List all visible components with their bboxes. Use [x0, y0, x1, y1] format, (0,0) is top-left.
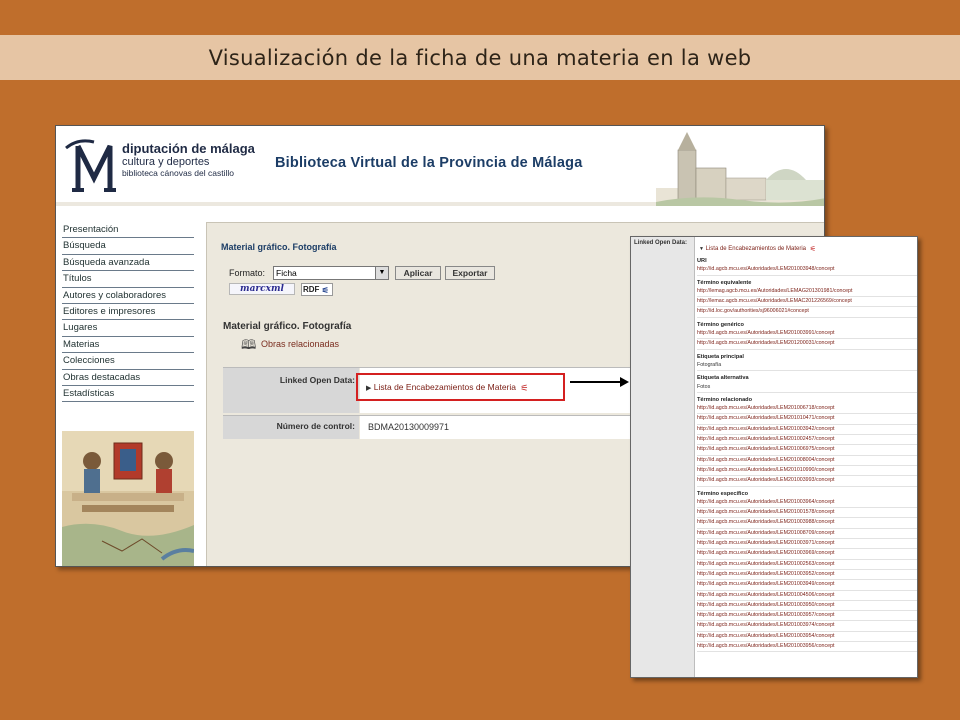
- related-link[interactable]: http://id.agcb.mcu.es/Autoridades/LEM201…: [697, 435, 917, 446]
- specific-link[interactable]: http://id.agcb.mcu.es/Autoridades/LEM201…: [697, 580, 917, 591]
- equiv-heading: Término equivalente: [697, 279, 752, 286]
- sidebar-nav: Presentación Búsqueda Búsqueda avanzada …: [62, 222, 194, 403]
- equiv-link[interactable]: http://lemac.agcb.mcu.es/Autoridades/LEM…: [697, 297, 917, 308]
- site-header: diputación de málaga cultura y deportes …: [56, 126, 824, 206]
- format-label: Formato:: [229, 268, 266, 278]
- popup-body: ▼ Lista de Encabezamientos de Materia ⚟ …: [697, 237, 917, 653]
- specific-link[interactable]: http://id.agcb.mcu.es/Autoridades/LEM201…: [697, 529, 917, 540]
- specific-link[interactable]: http://id.agcb.mcu.es/Autoridades/LEM201…: [697, 591, 917, 601]
- book-icon: 🕮: [241, 337, 257, 352]
- logo-line-3: biblioteca cánovas del castillo: [122, 168, 234, 178]
- callout-arrow-line: [570, 381, 625, 383]
- related-link[interactable]: http://id.agcb.mcu.es/Autoridades/LEM201…: [697, 404, 917, 415]
- lod-link[interactable]: ▶ Lista de Encabezamientos de Materia ⚟: [366, 382, 528, 394]
- slide-title: Visualización de la ficha de una materia…: [208, 45, 752, 70]
- specific-link[interactable]: http://id.agcb.mcu.es/Autoridades/LEM201…: [697, 508, 917, 519]
- format-select[interactable]: Ficha ▼: [273, 266, 389, 280]
- pref-label-value: Fotografía: [697, 361, 917, 372]
- related-link[interactable]: http://id.agcb.mcu.es/Autoridades/LEM201…: [697, 476, 917, 487]
- logo-line-1: diputación de málaga: [122, 141, 255, 156]
- historic-map-illustration: [62, 431, 194, 566]
- sidebar-item-busqueda[interactable]: Búsqueda: [62, 238, 194, 255]
- specific-link[interactable]: http://id.agcb.mcu.es/Autoridades/LEM201…: [697, 570, 917, 581]
- logo-line-2: cultura y deportes: [122, 156, 210, 168]
- specific-link[interactable]: http://id.agcb.mcu.es/Autoridades/LEM201…: [697, 549, 917, 560]
- uri-link[interactable]: http://id.agcb.mcu.es/Autoridades/LEM201…: [697, 265, 917, 276]
- lod-link-label: Lista de Encabezamientos de Materia: [373, 382, 516, 392]
- sidebar-item-busqueda-avanzada[interactable]: Búsqueda avanzada: [62, 255, 194, 272]
- specific-link[interactable]: http://id.agcb.mcu.es/Autoridades/LEM201…: [697, 642, 917, 653]
- sidebar-item-materias[interactable]: Materias: [62, 337, 194, 354]
- related-link[interactable]: http://id.agcb.mcu.es/Autoridades/LEM201…: [697, 425, 917, 436]
- sidebar-item-autores[interactable]: Autores y colaboradores: [62, 288, 194, 304]
- rdf-button[interactable]: RDF ⚟: [301, 283, 333, 296]
- related-link[interactable]: http://id.agcb.mcu.es/Autoridades/LEM201…: [697, 445, 917, 456]
- related-link[interactable]: http://id.agcb.mcu.es/Autoridades/LEM201…: [697, 466, 917, 477]
- specific-link[interactable]: http://id.agcb.mcu.es/Autoridades/LEM201…: [697, 621, 917, 632]
- specific-link[interactable]: http://id.agcb.mcu.es/Autoridades/LEM201…: [697, 611, 917, 622]
- alt-label-value: Fotos: [697, 383, 917, 393]
- generic-link[interactable]: http://id.agcb.mcu.es/Autoridades/LEM201…: [697, 329, 917, 340]
- popup-head-label: Lista de Encabezamientos de Materia: [705, 246, 807, 252]
- popup-lod-label: Linked Open Data:: [631, 237, 695, 677]
- generic-heading: Término genérico: [697, 321, 744, 328]
- slide-title-band: Visualización de la ficha de una materia…: [0, 35, 960, 80]
- related-works-label: Obras relacionadas: [261, 339, 340, 349]
- related-link[interactable]: http://id.agcb.mcu.es/Autoridades/LEM201…: [697, 414, 917, 425]
- marcxml-button[interactable]: MARCXML: [229, 283, 295, 295]
- lod-label: Linked Open Data:: [223, 368, 359, 413]
- specific-link[interactable]: http://id.agcb.mcu.es/Autoridades/LEM201…: [697, 601, 917, 612]
- cathedral-skyline-image: [656, 132, 824, 206]
- chevron-down-icon[interactable]: ▼: [375, 267, 388, 279]
- sidebar-item-editores[interactable]: Editores e impresores: [62, 304, 194, 321]
- control-label: Número de control:: [223, 416, 359, 439]
- sidebar-item-presentacion[interactable]: Presentación: [62, 222, 194, 239]
- sidebar-item-colecciones[interactable]: Colecciones: [62, 353, 194, 370]
- specific-heading: Término específico: [697, 490, 748, 497]
- related-works-link[interactable]: 🕮 Obras relacionadas: [241, 337, 340, 352]
- rdf-graph-icon: ⚟: [321, 286, 329, 295]
- specific-link[interactable]: http://id.agcb.mcu.es/Autoridades/LEM201…: [697, 518, 917, 529]
- specific-link[interactable]: http://id.agcb.mcu.es/Autoridades/LEM201…: [697, 498, 917, 509]
- specific-link[interactable]: http://id.agcb.mcu.es/Autoridades/LEM201…: [697, 632, 917, 642]
- sidebar-item-estadisticas[interactable]: Estadísticas: [62, 386, 194, 403]
- format-select-value: Ficha: [276, 268, 297, 278]
- triangle-right-icon: ▶: [366, 385, 372, 392]
- lod-expanded-panel: Linked Open Data: ▼ Lista de Encabezamie…: [630, 236, 918, 678]
- control-number: BDMA20130009971: [368, 422, 450, 432]
- record-title: Material gráfico. Fotografía: [223, 321, 352, 332]
- equiv-link[interactable]: http://id.loc.gov/authorities/sj96006021…: [697, 307, 917, 318]
- pref-label-heading: Etiqueta principal: [697, 353, 744, 360]
- related-heading: Término relacionado: [697, 396, 753, 403]
- sidebar-item-titulos[interactable]: Títulos: [62, 271, 194, 288]
- specific-link[interactable]: http://id.agcb.mcu.es/Autoridades/LEM201…: [697, 560, 917, 570]
- export-button[interactable]: Exportar: [445, 266, 495, 280]
- triangle-down-icon: ▼: [699, 246, 704, 252]
- apply-button[interactable]: Aplicar: [395, 266, 441, 280]
- share-icon: ⚟: [809, 246, 816, 253]
- sidebar-item-lugares[interactable]: Lugares: [62, 320, 194, 337]
- share-icon: ⚟: [520, 383, 529, 393]
- rdf-label: RDF: [303, 285, 320, 294]
- uri-heading: URI: [697, 258, 707, 264]
- alt-label-heading: Etiqueta alternativa: [697, 375, 749, 382]
- specific-link[interactable]: http://id.agcb.mcu.es/Autoridades/LEM201…: [697, 539, 917, 550]
- site-title: Biblioteca Virtual de la Provincia de Má…: [275, 155, 583, 171]
- popup-head-link[interactable]: ▼ Lista de Encabezamientos de Materia ⚟: [697, 237, 917, 257]
- equiv-link[interactable]: http://lemag.agcb.mcu.es/Autoridades/LEM…: [697, 287, 917, 298]
- marcxml-label: MARCXML: [240, 284, 284, 294]
- related-link[interactable]: http://id.agcb.mcu.es/Autoridades/LEM201…: [697, 456, 917, 466]
- diputacion-logo-icon[interactable]: [64, 132, 128, 198]
- sidebar-item-obras-destacadas[interactable]: Obras destacadas: [62, 370, 194, 386]
- generic-link[interactable]: http://id.agcb.mcu.es/Autoridades/LEM201…: [697, 339, 917, 350]
- lod-highlight-box: ▶ Lista de Encabezamientos de Materia ⚟: [356, 373, 565, 401]
- arrow-right-icon: [620, 377, 629, 387]
- breadcrumb[interactable]: Material gráfico. Fotografía: [221, 242, 337, 252]
